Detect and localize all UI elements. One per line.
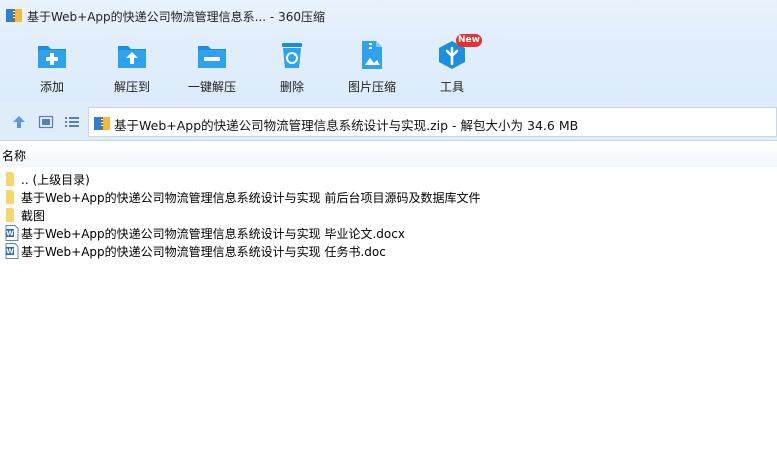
archive-window: 基于Web+App的快递公司物流管理信息系... - 360压缩 添加 解压到 [0,0,777,464]
list-header: 名称 [0,141,777,167]
svg-text:W: W [6,248,14,256]
tools-label: 工具 [439,80,464,94]
extract-to-button[interactable]: 解压到 [92,38,172,98]
delete-label: 删除 [279,80,304,94]
archive-app-icon [6,9,22,22]
address-bar: 基于Web+App的快递公司物流管理信息系统设计与实现.zip - 解包大小为 … [0,102,777,141]
word-document-icon: W [5,243,19,259]
zip-file-icon [94,117,110,130]
extract-to-icon [118,46,146,68]
window-title: 基于Web+App的快递公司物流管理信息系... - 360压缩 [27,10,325,24]
column-header-name[interactable]: 名称 [2,147,26,164]
image-compress-label: 图片压缩 [347,80,396,94]
list-view-icon[interactable] [64,114,80,130]
main-toolbar: 添加 解压到 一键解压 删除 图片压缩 New 工具 [0,30,777,102]
file-list: .. (上级目录) 基于Web+App的快递公司物流管理信息系统设计与实现 前后… [0,167,777,464]
image-compress-button[interactable]: 图片压缩 [332,38,412,98]
thumbnail-view-icon[interactable] [38,114,54,130]
list-item-name: 基于Web+App的快递公司物流管理信息系统设计与实现 任务书.doc [21,245,386,259]
one-click-extract-icon [198,46,226,68]
image-compress-icon [362,41,382,69]
tools-button[interactable]: New 工具 [412,34,492,98]
new-badge: New [456,34,482,47]
address-field[interactable]: 基于Web+App的快递公司物流管理信息系统设计与实现.zip - 解包大小为 … [88,107,777,137]
folder-icon [6,208,14,222]
list-item-task-doc[interactable]: W 基于Web+App的快递公司物流管理信息系统设计与实现 任务书.doc [0,242,777,260]
add-icon [38,46,66,68]
list-item-name: 基于Web+App的快递公司物流管理信息系统设计与实现 毕业论文.docx [21,227,405,241]
extract-to-label: 解压到 [113,80,150,94]
folder-icon [6,172,14,186]
word-document-icon: W [5,225,19,241]
list-item-name: .. (上级目录) [21,173,90,187]
list-item-name: 基于Web+App的快递公司物流管理信息系统设计与实现 前后台项目源码及数据库文… [21,191,481,205]
list-item-name: 截图 [21,209,46,223]
add-label: 添加 [39,80,64,94]
one-click-extract-button[interactable]: 一键解压 [172,38,252,98]
up-arrow-icon[interactable] [11,114,27,130]
add-button[interactable]: 添加 [12,38,92,98]
list-item-parent-dir[interactable]: .. (上级目录) [0,170,777,188]
list-item-source-folder[interactable]: 基于Web+App的快递公司物流管理信息系统设计与实现 前后台项目源码及数据库文… [0,188,777,206]
recycle-bin-icon [282,43,302,68]
list-item-thesis-docx[interactable]: W 基于Web+App的快递公司物流管理信息系统设计与实现 毕业论文.docx [0,224,777,242]
folder-icon [6,190,14,204]
list-item-screenshots-folder[interactable]: 截图 [0,206,777,224]
delete-button[interactable]: 删除 [252,38,332,98]
archive-path-text: 基于Web+App的快递公司物流管理信息系统设计与实现.zip - 解包大小为 … [114,118,579,133]
svg-text:W: W [6,230,14,238]
one-click-extract-label: 一键解压 [187,80,236,94]
title-bar: 基于Web+App的快递公司物流管理信息系... - 360压缩 [0,0,777,30]
